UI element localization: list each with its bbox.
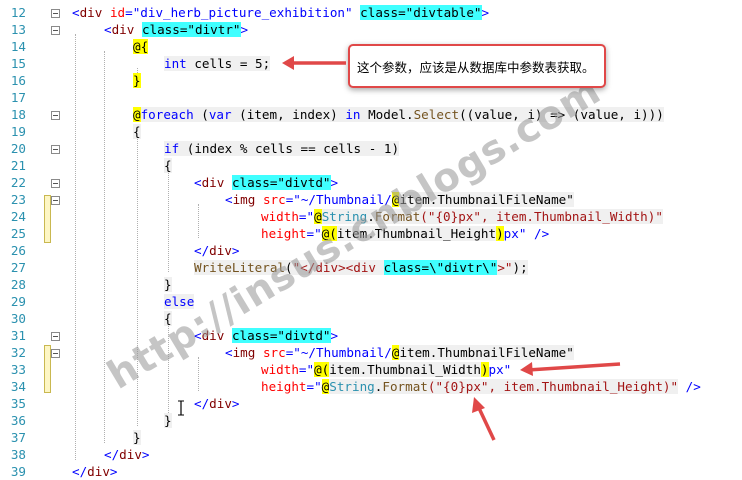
- arrow-icon: [282, 56, 346, 70]
- arrow-icon: [282, 56, 621, 441]
- arrow-icon: [472, 397, 496, 441]
- arrow-icon: [520, 362, 621, 376]
